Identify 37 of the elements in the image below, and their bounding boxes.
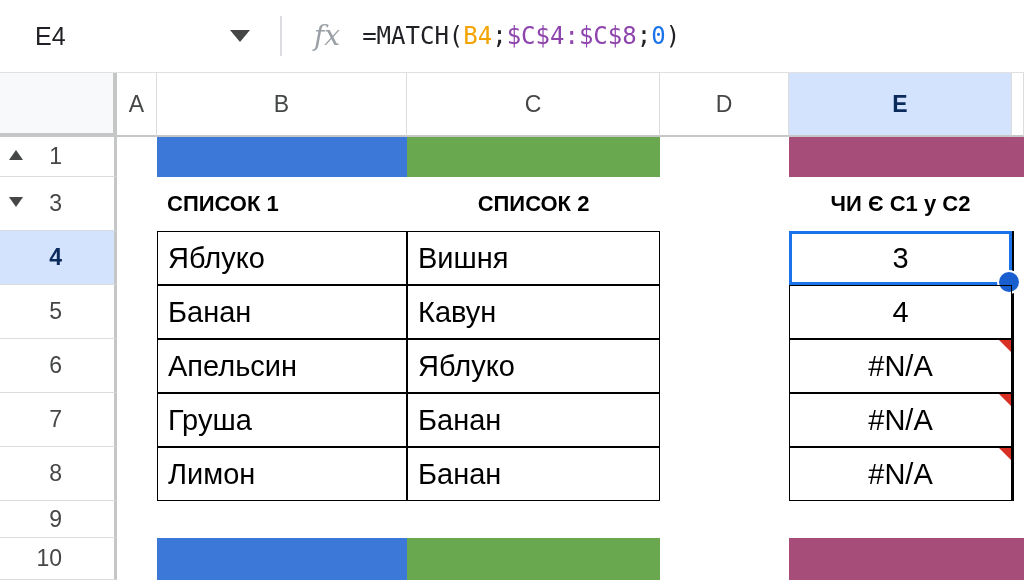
table-cell[interactable]: #N/A <box>789 393 1012 447</box>
column-title: СПИСОК 2 <box>477 191 590 217</box>
row-header[interactable]: 6 <box>0 339 117 393</box>
table-cell: Лимон <box>157 447 407 501</box>
formula-field[interactable]: =MATCH(B4;$C$4:$C$8;0) <box>362 22 681 50</box>
down-triangle-icon[interactable] <box>8 195 24 208</box>
column-header[interactable]: D <box>660 73 789 137</box>
table-cell: Банан <box>407 447 660 501</box>
table-cell: Кавун <box>407 285 660 339</box>
table-cell[interactable]: #N/A <box>789 447 1012 501</box>
table-cell: Груша <box>157 393 407 447</box>
row-header[interactable]: 1 <box>0 137 117 177</box>
column-header[interactable]: C <box>407 73 660 137</box>
up-triangle-icon[interactable] <box>8 148 24 161</box>
column-header[interactable]: A <box>117 73 157 137</box>
column-header[interactable]: B <box>157 73 407 137</box>
row-header[interactable]: 8 <box>0 447 117 501</box>
row-header[interactable]: 7 <box>0 393 117 447</box>
row-header[interactable]: 5 <box>0 285 117 339</box>
row-header[interactable]: 10 <box>0 538 117 580</box>
dropdown-caret-icon[interactable] <box>230 30 250 42</box>
row-header[interactable]: 4 <box>0 231 117 285</box>
table-cell: Яблуко <box>157 231 407 285</box>
table-cell[interactable]: #N/A <box>789 339 1012 393</box>
table-cell: Банан <box>157 285 407 339</box>
table-cell: Яблуко <box>407 339 660 393</box>
cell-reference[interactable]: E4 <box>0 21 230 51</box>
table-cell[interactable]: 4 <box>789 285 1012 339</box>
row-header[interactable]: 9 <box>0 501 117 538</box>
table-cell: Апельсин <box>157 339 407 393</box>
table-cell: Банан <box>407 393 660 447</box>
row-header[interactable]: 3 <box>0 177 117 231</box>
table-cell: Вишня <box>407 231 660 285</box>
column-header[interactable]: E <box>789 73 1012 137</box>
column-title: ЧИ Є С1 у С2 <box>830 191 971 217</box>
function-label: fx <box>311 18 342 54</box>
column-title: СПИСОК 1 <box>167 191 279 217</box>
